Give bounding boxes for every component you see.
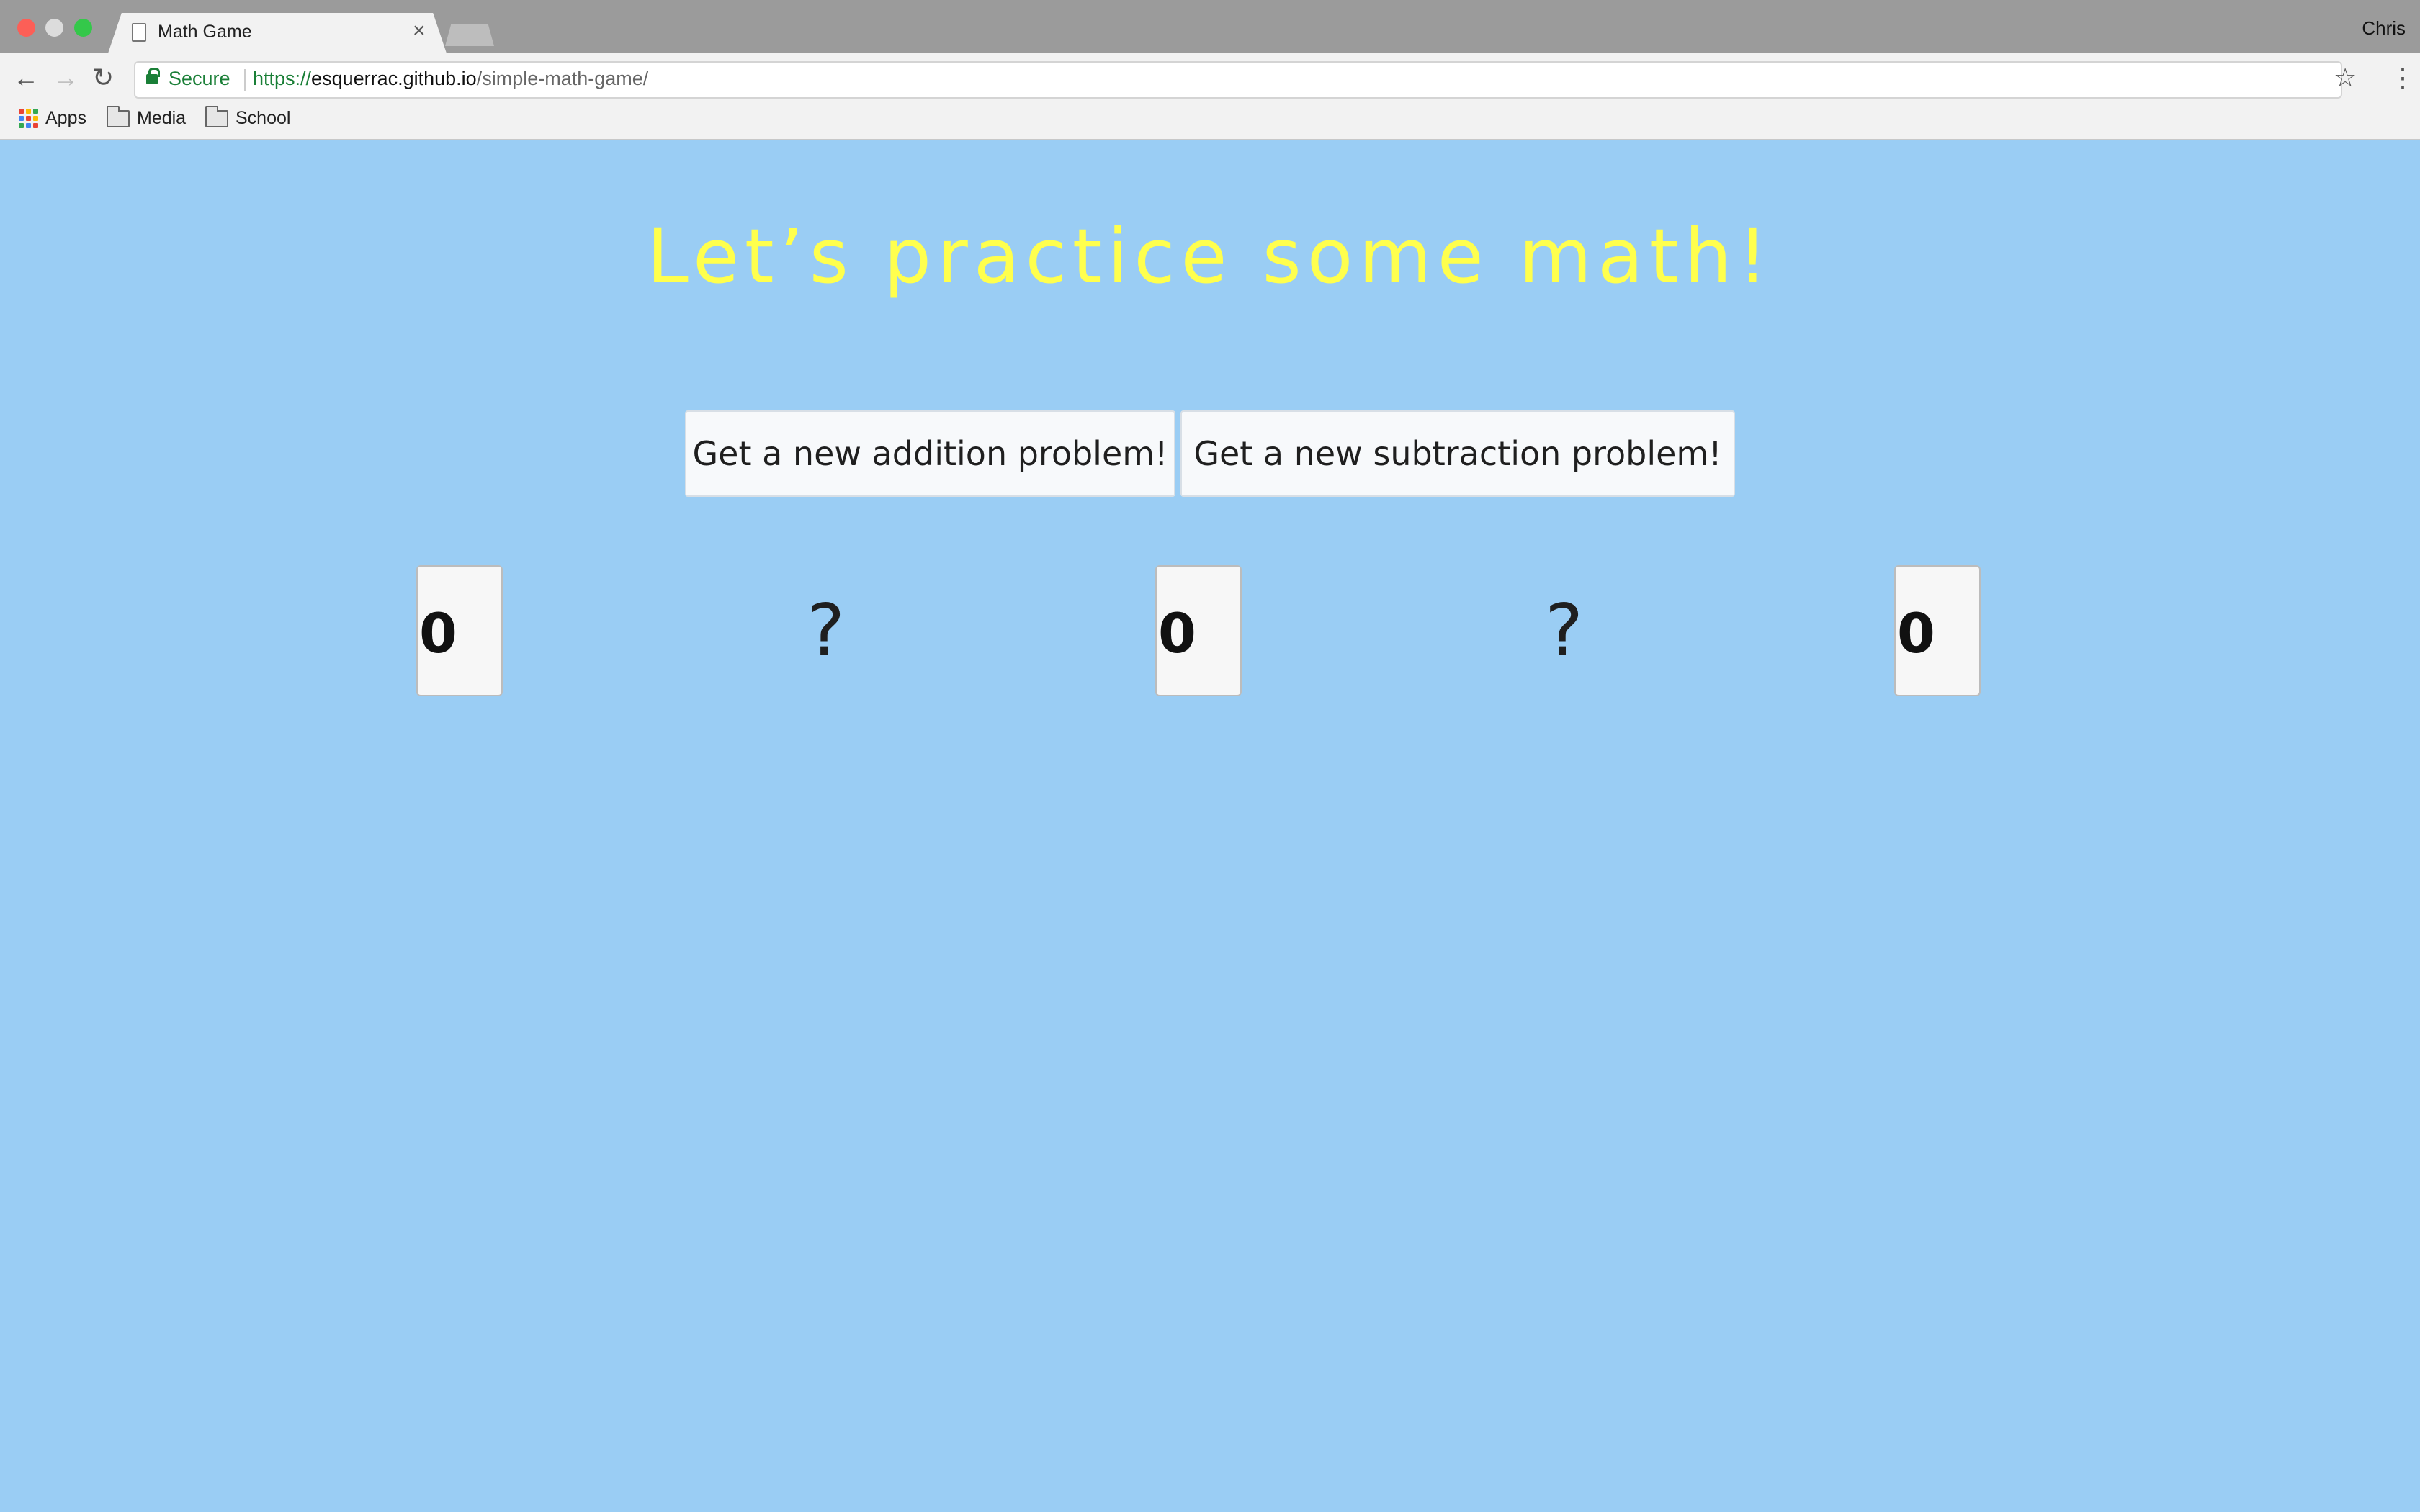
address-separator	[244, 69, 246, 91]
close-window-button[interactable]	[17, 19, 35, 37]
close-tab-icon[interactable]: ×	[413, 20, 426, 42]
page-content: Let’s practice some math! Get a new addi…	[0, 140, 2420, 1512]
page-title: Let’s practice some math!	[646, 212, 1774, 300]
bookmark-label: Media	[137, 108, 187, 128]
url-path: /simple-math-game/	[476, 68, 649, 89]
reload-icon[interactable]: ↻	[92, 63, 114, 92]
new-tab-button[interactable]	[445, 24, 494, 46]
bookmark-label: School	[236, 108, 291, 128]
apps-grid-icon	[19, 109, 38, 128]
bookmark-star-icon[interactable]: ☆	[2334, 63, 2357, 92]
url-text[interactable]: https://esquerrac.github.io/simple-math-…	[253, 68, 648, 90]
profile-name[interactable]: Chris	[2362, 17, 2406, 40]
answer-value: 0	[1897, 601, 1935, 665]
bookmark-apps[interactable]: Apps	[19, 108, 86, 129]
operand-2-card: 0	[1155, 565, 1242, 696]
tab-title: Math Game	[158, 22, 252, 42]
browser-menu-icon[interactable]: ⋮	[2390, 63, 2416, 92]
answer-card[interactable]: 0	[1894, 565, 1981, 696]
bookmark-school[interactable]: School	[205, 105, 291, 129]
new-subtraction-problem-button[interactable]: Get a new subtraction problem!	[1180, 410, 1735, 497]
maximize-window-button[interactable]	[74, 19, 92, 37]
folder-icon	[205, 105, 228, 127]
bookmark-media[interactable]: Media	[107, 105, 187, 129]
minimize-window-button[interactable]	[45, 19, 63, 37]
operator-symbol: ?	[807, 588, 846, 672]
folder-icon	[107, 105, 130, 127]
bookmark-label: Apps	[45, 108, 86, 128]
forward-arrow-icon[interactable]: →	[53, 63, 79, 92]
back-arrow-icon[interactable]: ←	[13, 63, 39, 92]
url-scheme: https://	[253, 68, 312, 89]
new-addition-problem-button[interactable]: Get a new addition problem!	[685, 410, 1175, 497]
lock-icon	[146, 68, 160, 84]
operand-1-value: 0	[419, 601, 457, 665]
page-icon	[132, 23, 146, 42]
secure-label: Secure	[169, 68, 230, 89]
equals-symbol: ?	[1545, 588, 1584, 672]
url-host: esquerrac.github.io	[311, 68, 477, 89]
operand-1-card: 0	[416, 565, 503, 696]
operand-2-value: 0	[1158, 601, 1196, 665]
